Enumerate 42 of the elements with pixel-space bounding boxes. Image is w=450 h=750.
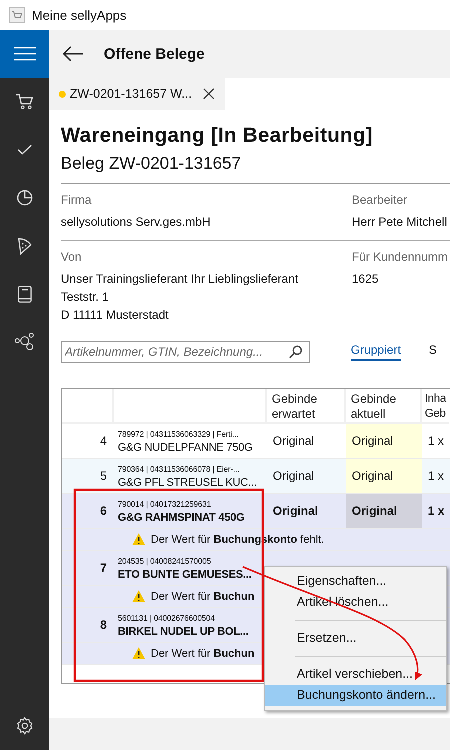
- warning-message: Der Wert für Buchun: [151, 590, 255, 602]
- field-value: Teststr. 1: [61, 289, 110, 306]
- field-label: Firma: [61, 193, 93, 207]
- article-codes: 789972 | 04311536063329 | Ferti...: [118, 428, 239, 440]
- menu-item[interactable]: Eigenschaften...: [265, 571, 446, 592]
- page-title: Offene Belege: [104, 46, 205, 62]
- field-label: Für Kundennumm: [352, 250, 448, 264]
- tab-label: ZW-0201-131657 W...: [70, 87, 192, 101]
- field-value: Unser Trainingslieferant Ihr Lieblingslieferant: [61, 271, 300, 288]
- article-name: BIRKEL NUDEL UP BOL...: [118, 624, 249, 640]
- menu-item[interactable]: Ersetzen...: [265, 628, 446, 649]
- field-label: Von: [61, 250, 83, 264]
- view-link[interactable]: S: [429, 343, 438, 361]
- article-name: G&G RAHMSPINAT 450G: [118, 510, 245, 526]
- document-tab[interactable]: ZW-0201-131657 W...: [49, 78, 225, 110]
- document-number: Beleg ZW-0201-131657: [61, 154, 450, 184]
- field-value: Herr Pete Mitchell: [352, 214, 448, 231]
- article-name: G&G PFL STREUSEL KUC...: [118, 476, 257, 490]
- document-title: Wareneingang [In Bearbeitung]: [61, 124, 374, 148]
- row-number: 8: [62, 608, 114, 643]
- row-number: 7: [62, 551, 114, 586]
- menu-item[interactable]: Buchungskonto ändern...: [265, 685, 446, 706]
- menu-item[interactable]: Artikel löschen...: [265, 592, 446, 613]
- article-codes: 790364 | 04311536066078 | Eier-...: [118, 464, 240, 474]
- table-cell: Original: [346, 424, 422, 459]
- field-value: 1625: [352, 271, 380, 288]
- menu-item[interactable]: Artikel verschieben...: [265, 664, 446, 685]
- article-codes: 5601131 | 04002676600504: [118, 612, 215, 624]
- field-value: D 11111 Musterstadt: [61, 307, 170, 324]
- row-number: 6: [62, 494, 114, 529]
- window-title: Meine sellyApps: [32, 8, 127, 22]
- table-cell: 1 x: [422, 494, 450, 529]
- field-value: sellysolutions Serv.ges.mbH: [61, 214, 212, 231]
- warning-message: Der Wert für Buchun: [151, 648, 255, 660]
- article-name: ETO BUNTE GEMUESES...: [118, 568, 252, 582]
- article-name: G&G NUDELPFANNE 750G: [118, 440, 253, 456]
- article-codes: 204535 | 04008241570005: [118, 556, 212, 566]
- table-cell: Original: [346, 459, 422, 494]
- article-codes: 790014 | 04017321259631: [118, 498, 212, 510]
- view-link[interactable]: Gruppiert: [351, 343, 402, 361]
- table-cell: Original: [346, 494, 422, 529]
- field-label: Bearbeiter: [352, 193, 408, 207]
